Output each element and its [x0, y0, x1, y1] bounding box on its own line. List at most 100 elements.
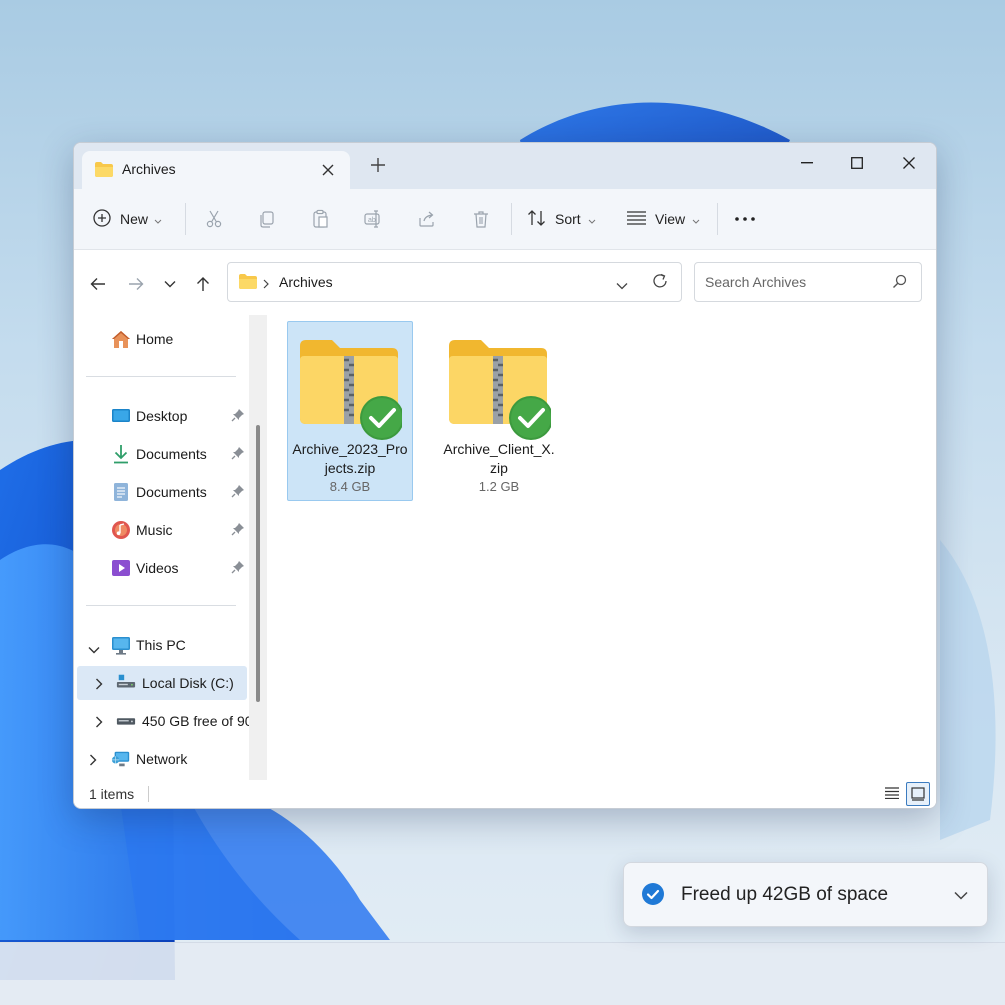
share-icon[interactable] [411, 203, 443, 235]
sidebar-item-network[interactable]: Network [74, 742, 249, 776]
refresh-icon[interactable] [652, 273, 668, 294]
music-icon [111, 520, 131, 540]
sort-button[interactable]: Sort [527, 203, 596, 235]
view-label: View [655, 211, 686, 227]
toolbar-divider [717, 203, 718, 235]
sidebar-item-label: Desktop [136, 408, 188, 424]
sort-icon [527, 209, 547, 230]
minimize-icon[interactable] [787, 149, 827, 177]
status-bar: 1 items [74, 780, 936, 808]
notification-toast[interactable]: Freed up 42GB of space [623, 862, 988, 927]
sidebar-item-label: This PC [136, 637, 186, 653]
recent-locations-chevron-icon[interactable] [158, 272, 182, 296]
file-size: 8.4 GB [329, 479, 371, 494]
address-dropdown-icon[interactable] [616, 277, 628, 295]
zip-folder-icon [298, 336, 404, 445]
check-circle-icon [642, 883, 664, 910]
tab-archives[interactable]: Archives [82, 151, 350, 189]
notification-message: Freed up 42GB of space [681, 884, 889, 905]
forward-arrow-icon[interactable] [124, 272, 148, 296]
file-explorer-window: Archives New ab Sort View Archives Searc… [73, 142, 937, 809]
maximize-icon[interactable] [837, 149, 877, 177]
breadcrumb-chevron-icon [263, 276, 269, 294]
sidebar-item-label: Videos [136, 560, 179, 576]
sort-label: Sort [555, 211, 581, 227]
item-count: 1 items [89, 786, 135, 802]
network-icon [111, 749, 131, 769]
cut-icon[interactable] [198, 203, 230, 235]
pin-icon [231, 522, 245, 539]
address-bar[interactable]: Archives [227, 262, 682, 302]
drive-icon [116, 711, 136, 731]
pin-icon [231, 560, 245, 577]
up-arrow-icon[interactable] [191, 272, 215, 296]
hard-drive-icon [116, 672, 136, 692]
pin-icon [231, 446, 245, 463]
sidebar-item-this-pc[interactable]: This PC [74, 628, 249, 662]
sidebar-item-label: 450 GB free of 90 [142, 713, 249, 729]
large-icons-view-icon[interactable] [906, 782, 930, 806]
folder-icon [94, 161, 114, 183]
search-input[interactable] [703, 271, 887, 293]
sidebar-item-label: Network [136, 751, 188, 767]
new-button[interactable]: New [92, 203, 162, 235]
sidebar-scrollbar[interactable] [256, 425, 260, 702]
documents-icon [111, 482, 131, 502]
navigation-pane: Home Desktop Documents Documents Music V… [74, 315, 269, 780]
sidebar-item-desktop[interactable]: Desktop [74, 399, 249, 433]
sidebar-item-documents[interactable]: Documents [74, 475, 249, 509]
delete-icon[interactable] [465, 203, 497, 235]
details-view-icon[interactable] [881, 782, 903, 804]
sidebar-item-drive[interactable]: 450 GB free of 90 [74, 704, 249, 738]
file-item[interactable]: Archive_Client_X.zip 1.2 GB [436, 321, 562, 501]
file-list: Archive_2023_Projects.zip 8.4 GB Archive… [269, 315, 936, 780]
chevron-down-icon [154, 211, 162, 227]
sidebar-item-label: Music [136, 522, 173, 538]
svg-text:ab: ab [368, 217, 376, 224]
chevron-right-icon[interactable] [95, 715, 103, 731]
chevron-right-icon[interactable] [95, 677, 103, 693]
copy-icon[interactable] [251, 203, 283, 235]
close-icon[interactable] [316, 158, 340, 182]
sidebar-item-label: Documents [136, 484, 207, 500]
sidebar-divider [86, 605, 236, 606]
status-divider [148, 786, 149, 802]
toolbar-divider [185, 203, 186, 235]
more-icon[interactable] [729, 203, 761, 235]
sidebar-divider [86, 376, 236, 377]
computer-icon [111, 635, 131, 655]
home-icon [111, 329, 131, 349]
view-button[interactable]: View [627, 203, 700, 235]
search-box[interactable] [694, 262, 922, 302]
chevron-down-icon [692, 211, 700, 227]
sidebar-item-music[interactable]: Music [74, 513, 249, 547]
rename-icon[interactable]: ab [357, 203, 389, 235]
tab-bar: Archives [74, 143, 936, 189]
sidebar-item-videos[interactable]: Videos [74, 551, 249, 585]
file-item[interactable]: Archive_2023_Projects.zip 8.4 GB [287, 321, 413, 501]
sidebar-item-local-disk[interactable]: Local Disk (C:) [77, 666, 247, 700]
breadcrumb[interactable]: Archives [279, 274, 333, 290]
sidebar-item-home[interactable]: Home [74, 322, 249, 356]
paste-icon[interactable] [304, 203, 336, 235]
view-list-icon [627, 210, 646, 228]
close-window-icon[interactable] [889, 149, 929, 177]
sidebar-item-documents[interactable]: Documents [74, 437, 249, 471]
chevron-down-icon [588, 211, 596, 227]
plus-icon[interactable] [366, 155, 390, 179]
pin-icon [231, 484, 245, 501]
sidebar-item-label: Home [136, 331, 174, 347]
file-size: 1.2 GB [478, 479, 520, 494]
sidebar-item-label: Documents [136, 446, 207, 462]
download-icon [111, 444, 131, 464]
command-bar: New ab Sort View [74, 189, 936, 250]
chevron-right-icon[interactable] [89, 753, 97, 769]
address-row: Archives [74, 250, 936, 316]
chevron-down-icon[interactable] [88, 641, 100, 657]
plus-circle-icon [92, 208, 112, 231]
file-name: Archive_Client_X.zip [443, 441, 555, 476]
new-label: New [120, 211, 149, 227]
chevron-down-icon[interactable] [949, 883, 973, 907]
search-icon[interactable] [892, 274, 907, 294]
back-arrow-icon[interactable] [86, 272, 110, 296]
